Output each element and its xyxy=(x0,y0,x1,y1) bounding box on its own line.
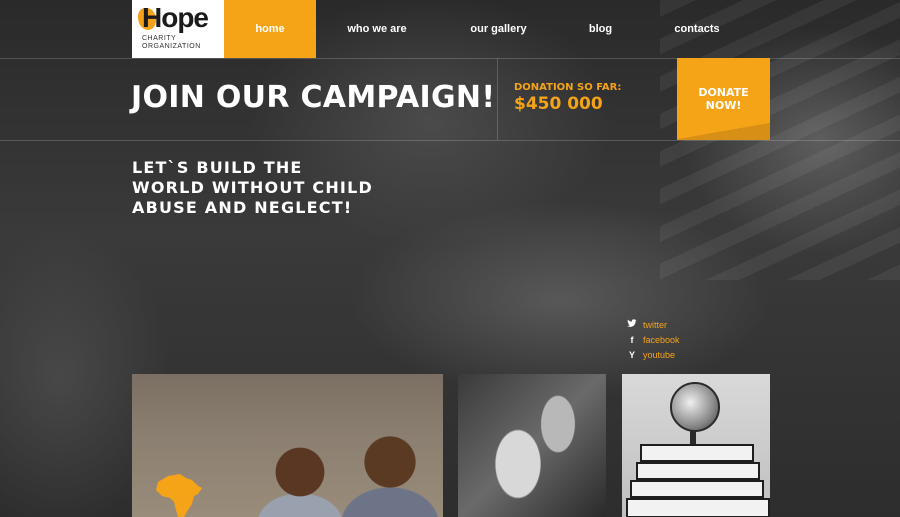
book-icon xyxy=(630,480,764,498)
logo-subtitle-line: ORGANIZATION xyxy=(142,43,201,50)
divider xyxy=(0,140,900,141)
divider xyxy=(497,58,498,140)
nav-item-our-gallery[interactable]: our gallery xyxy=(438,0,559,58)
donate-now-button[interactable]: DONATE NOW! xyxy=(677,58,770,140)
gallery-thumbnail-hands[interactable] xyxy=(458,374,606,517)
nav-item-home[interactable]: home xyxy=(224,0,316,58)
social-label: youtube xyxy=(643,349,676,360)
slogan-line: ABUSE AND NEGLECT! xyxy=(132,198,353,217)
donate-button-label: NOW! xyxy=(705,99,742,112)
book-icon xyxy=(640,444,754,462)
social-label: facebook xyxy=(643,334,680,345)
social-link-youtube[interactable]: Y youtube xyxy=(624,347,680,362)
donation-amount: $450 000 xyxy=(514,94,603,114)
social-label: twitter xyxy=(643,319,668,330)
donate-button-label: DONATE xyxy=(698,86,749,99)
globe-stand xyxy=(690,430,696,444)
twitter-icon xyxy=(624,319,640,330)
slogan: LET`S BUILD THE WORLD WITHOUT CHILD ABUS… xyxy=(132,158,373,218)
nav-item-contacts[interactable]: contacts xyxy=(642,0,752,58)
nav-item-blog[interactable]: blog xyxy=(559,0,642,58)
social-link-facebook[interactable]: f facebook xyxy=(624,332,680,347)
slogan-line: WORLD WITHOUT CHILD xyxy=(132,178,373,197)
button-shade xyxy=(677,122,770,140)
youtube-icon: Y xyxy=(628,349,635,360)
logo-subtitle-line: CHARITY xyxy=(142,35,177,42)
main-nav: home who we are our gallery blog contact… xyxy=(224,0,752,58)
logo-word: Hope xyxy=(142,2,209,33)
campaign-title: JOIN OUR CAMPAIGN! xyxy=(131,80,496,115)
logo[interactable]: Hope CHARITY ORGANIZATION xyxy=(132,0,224,58)
gallery-thumbnail-globe-books[interactable] xyxy=(622,374,770,517)
facebook-icon: f xyxy=(630,334,634,345)
globe-icon xyxy=(670,382,720,432)
nav-item-who-we-are[interactable]: who we are xyxy=(316,0,438,58)
social-links: twitter f facebook Y youtube xyxy=(624,317,680,362)
africa-map-icon xyxy=(156,474,202,517)
book-icon xyxy=(626,498,770,517)
book-icon xyxy=(636,462,760,480)
slogan-line: LET`S BUILD THE xyxy=(132,158,303,177)
social-link-twitter[interactable]: twitter xyxy=(624,317,680,332)
donation-label: DONATION SO FAR: xyxy=(514,82,622,93)
logo-subtitle: CHARITY ORGANIZATION xyxy=(142,35,201,51)
gallery-thumbnail-children[interactable] xyxy=(132,374,443,517)
